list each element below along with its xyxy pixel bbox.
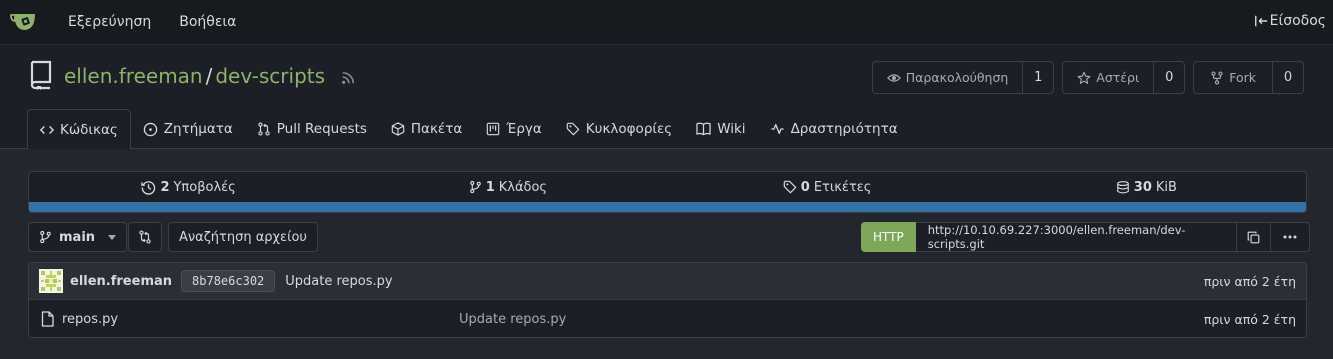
fork-icon [1211,70,1223,85]
chevron-down-icon [108,234,117,240]
star-count[interactable]: 0 [1154,62,1184,93]
nav-help[interactable]: Βοήθεια [179,14,236,30]
branch-icon [469,180,481,194]
file-table: ellen.freeman 8b78e6c302 Update repos.py… [28,262,1307,338]
watch-group: Παρακολούθηση 1 [871,61,1055,94]
copy-url-button[interactable] [1236,222,1271,252]
repo-actions: Παρακολούθηση 1 Αστέρι 0 Fork 0 [871,61,1304,94]
pulse-icon [770,123,784,135]
branches-count: 1 [485,179,495,195]
find-file-button[interactable]: Αναζήτηση αρχείου [168,222,318,252]
kebab-horizontal-icon [1283,235,1297,239]
tab-label: Ζητήματα [163,121,233,137]
branches-label: Κλάδος [498,179,548,195]
tab-activity[interactable]: Δραστηριότητα [758,109,910,149]
tab-projects[interactable]: Έργα [474,109,554,149]
pull-request-icon [258,122,270,136]
branches-stat[interactable]: 1 Κλάδος [348,180,667,195]
eye-icon [886,73,901,82]
file-icon [41,311,54,327]
fork-label: Fork [1229,70,1256,85]
file-commit-message[interactable]: Update repos.py [459,312,566,327]
file-row[interactable]: repos.py Update repos.py πριν από 2 έτη [29,300,1306,337]
commit-time: πριν από 2 έτη [1203,273,1296,289]
language-bar[interactable] [29,202,1306,212]
database-icon [1116,180,1129,194]
tags-label: Ετικέτες [813,179,872,195]
avatar[interactable] [39,269,63,293]
repo-separator: / [205,64,213,88]
history-icon [141,180,156,195]
size-stat[interactable]: 30 KiB [987,180,1306,195]
star-label: Αστέρι [1096,70,1140,85]
fork-group: Fork 0 [1193,61,1304,94]
repo-owner-link[interactable]: ellen.freeman [64,64,203,88]
code-icon [40,125,54,134]
sign-in-icon [1254,15,1267,27]
rss-icon[interactable] [341,71,355,85]
fork-count[interactable]: 0 [1273,62,1303,93]
signin-label: Είσοδος [1269,13,1326,29]
copy-icon [1247,231,1260,243]
tab-code[interactable]: Κώδικας [27,109,131,149]
star-icon [1077,71,1091,84]
tag-icon [566,122,580,136]
package-icon [391,122,405,136]
compare-icon [139,230,151,244]
branch-selector[interactable]: main [28,222,128,252]
tab-label: Έργα [506,121,542,137]
repo-tabs: Κώδικας Ζητήματα Pull Requests Πακέτα Έρ… [27,109,910,149]
tab-label: Κώδικας [60,121,118,138]
tab-issues[interactable]: Ζητήματα [131,109,245,149]
commit-sha[interactable]: 8b78e6c302 [181,270,276,292]
watch-button[interactable]: Παρακολούθηση [873,62,1024,93]
branch-icon [40,230,51,244]
tab-label: Wiki [717,121,746,137]
compare-button[interactable] [128,222,162,252]
size-label: KiB [1155,179,1177,195]
tab-label: Κυκλοφορίες [585,121,673,137]
tab-label: Δραστηριότητα [790,121,898,137]
commits-label: Υποβολές [173,179,236,195]
file-commit-time: πριν από 2 έτη [1203,311,1296,327]
clone-url-field[interactable]: http://10.10.69.227:3000/ellen.freeman/d… [915,222,1237,252]
tab-packages[interactable]: Πακέτα [379,109,474,149]
fork-button[interactable]: Fork [1194,62,1273,93]
repo-stats: 2 Υποβολές 1 Κλάδος 0 Ετικέτες 30 KiB [28,171,1307,213]
clone-panel: HTTP http://10.10.69.227:3000/ellen.free… [861,222,1310,252]
tags-stat[interactable]: 0 Ετικέτες [668,180,987,195]
tab-label: Πακέτα [410,121,463,137]
watch-label: Παρακολούθηση [905,70,1009,85]
repo-name-link[interactable]: dev-scripts [215,64,325,88]
star-button[interactable]: Αστέρι [1063,62,1155,93]
repo-icon [30,60,52,90]
signin-link[interactable]: Είσοδος [1254,13,1326,29]
gitea-logo-icon[interactable] [8,10,40,34]
watch-count[interactable]: 1 [1023,62,1053,93]
top-navbar: Εξερεύνηση Βοήθεια Είσοδος [0,0,1333,45]
repo-title: ellen.freeman / dev-scripts [28,60,355,90]
project-icon [486,122,500,136]
commits-count: 2 [160,179,170,195]
book-icon [696,122,711,136]
latest-commit-row: ellen.freeman 8b78e6c302 Update repos.py… [29,263,1306,300]
tag-icon [783,180,797,194]
commit-message[interactable]: Update repos.py [285,274,392,289]
tab-pull-requests[interactable]: Pull Requests [245,109,379,149]
tab-wiki[interactable]: Wiki [684,109,757,149]
branch-name: main [59,229,96,245]
star-group: Αστέρι 0 [1062,61,1186,94]
file-name[interactable]: repos.py [62,312,118,327]
tab-label: Pull Requests [276,121,367,137]
issue-icon [143,122,158,136]
tab-releases[interactable]: Κυκλοφορίες [554,109,684,149]
more-options-button[interactable] [1270,222,1310,252]
size-count: 30 [1133,179,1152,195]
commit-author[interactable]: ellen.freeman [70,274,172,289]
commits-stat[interactable]: 2 Υποβολές [29,180,348,195]
tags-count: 0 [800,179,810,195]
nav-explore[interactable]: Εξερεύνηση [68,14,151,30]
clone-protocol-button[interactable]: HTTP [861,222,916,252]
